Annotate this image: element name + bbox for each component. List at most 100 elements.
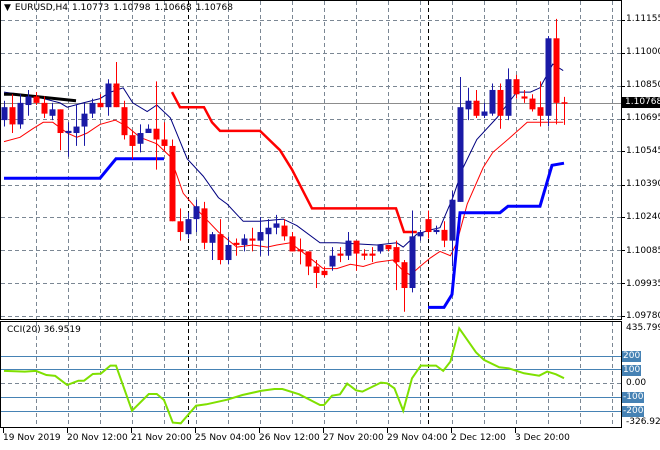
trading-chart-window: ▼ EURUSD,H4 1.10773 1.10798 1.10668 1.10768 1… bbox=[0, 0, 660, 450]
price-tick: 1.10085 bbox=[626, 246, 660, 256]
bull-candle-body bbox=[489, 89, 496, 114]
chart-header: ▼ EURUSD,H4 1.10773 1.10798 1.10668 1.10768 bbox=[4, 3, 237, 13]
bull-candle-body bbox=[1, 107, 8, 121]
bear-candle-body bbox=[121, 107, 128, 136]
bear-candle-body bbox=[113, 83, 120, 108]
cci-min-label: -326.9205 bbox=[626, 417, 660, 427]
cci-level-label: -100 bbox=[622, 392, 645, 403]
cci-name: CCI(20) bbox=[7, 325, 41, 335]
price-tick: 1.10545 bbox=[626, 146, 660, 156]
bull-candle-body bbox=[409, 236, 416, 289]
chart-canvas[interactable] bbox=[0, 0, 660, 450]
bear-candle-body bbox=[361, 253, 368, 256]
price-tick: 1.10240 bbox=[626, 212, 660, 222]
price-tick: 1.10850 bbox=[626, 80, 660, 90]
price-tick: 1.11000 bbox=[626, 47, 660, 57]
time-label: 25 Nov 04:00 bbox=[195, 433, 256, 443]
cci-level-label: 0.00 bbox=[626, 378, 647, 388]
cci-level-label: 200 bbox=[622, 351, 642, 362]
cci-value: 36.9519 bbox=[43, 325, 81, 335]
bear-candle-body bbox=[57, 109, 64, 134]
bear-candle-body bbox=[529, 98, 536, 110]
bear-candle-body bbox=[33, 96, 40, 103]
indicator-line-channel-high bbox=[4, 92, 77, 103]
indicator-line-stop-down bbox=[170, 91, 417, 234]
time-label: 29 Nov 04:00 bbox=[387, 433, 448, 443]
bear-candle-body bbox=[161, 139, 168, 146]
bull-candle-body bbox=[81, 113, 88, 127]
open-value: 1.10773 bbox=[72, 3, 110, 13]
bear-candle-body bbox=[553, 38, 560, 103]
cci-level-label: -200 bbox=[622, 406, 645, 417]
cci-indicator-label: CCI(20) 36.9519 bbox=[7, 325, 81, 335]
bull-candle-body bbox=[145, 128, 152, 134]
close-value: 1.10768 bbox=[195, 3, 233, 13]
bull-candle-body bbox=[449, 199, 456, 241]
bull-candle-body bbox=[209, 234, 216, 243]
bull-candle-body bbox=[17, 102, 24, 125]
bull-candle-body bbox=[105, 83, 112, 108]
bear-candle-body bbox=[289, 236, 296, 252]
price-tick: 1.10695 bbox=[626, 113, 660, 123]
bull-candle-body bbox=[73, 126, 80, 134]
bull-candle-body bbox=[457, 107, 464, 202]
bear-candle-body bbox=[425, 219, 432, 233]
bear-candle-body bbox=[169, 145, 176, 222]
bear-candle-body bbox=[537, 107, 544, 116]
bull-candle-body bbox=[89, 102, 96, 114]
bull-candle-body bbox=[465, 100, 472, 110]
bull-candle-body bbox=[265, 227, 272, 235]
bull-candle-body bbox=[25, 96, 32, 106]
bull-candle-body bbox=[185, 219, 192, 235]
indicator-line-stop-up-2 bbox=[428, 161, 565, 309]
indicator-line-stop-up-1 bbox=[4, 157, 164, 180]
main-panel-frame bbox=[0, 0, 622, 320]
time-label: 21 Nov 20:00 bbox=[131, 433, 192, 443]
bull-candle-body bbox=[273, 223, 280, 228]
cci-line bbox=[3, 325, 565, 425]
bull-candle-body bbox=[65, 130, 72, 134]
bear-candle-body bbox=[233, 242, 240, 245]
bear-candle-body bbox=[473, 100, 480, 116]
bull-candle-body bbox=[377, 244, 384, 252]
price-tick: 1.10390 bbox=[626, 179, 660, 189]
cci-level-label: 100 bbox=[622, 365, 642, 376]
bear-candle-body bbox=[321, 270, 328, 276]
bear-candle-body bbox=[129, 135, 136, 146]
bull-candle-body bbox=[49, 109, 56, 116]
cci-max-label: 435.799 bbox=[626, 323, 660, 333]
bear-candle-body bbox=[41, 102, 48, 114]
indicator-line-ma-slow bbox=[3, 119, 564, 276]
time-label: 19 Nov 2019 bbox=[3, 433, 61, 443]
bear-candle-body bbox=[153, 128, 160, 140]
bull-candle-body bbox=[481, 111, 488, 116]
current-price-label: 1.10768 bbox=[622, 97, 660, 108]
bear-candle-body bbox=[337, 253, 344, 256]
bear-candle-body bbox=[369, 253, 376, 256]
bull-candle-body bbox=[329, 255, 336, 267]
bull-candle-body bbox=[137, 133, 144, 144]
time-label: 26 Nov 12:00 bbox=[259, 433, 320, 443]
bear-candle-body bbox=[249, 238, 256, 241]
bull-candle-body bbox=[545, 38, 552, 116]
price-tick: 1.09935 bbox=[626, 279, 660, 289]
bear-candle-body bbox=[297, 249, 304, 252]
bear-candle-body bbox=[217, 234, 224, 261]
bull-candle-body bbox=[193, 206, 200, 220]
time-label: 3 Dec 20:00 bbox=[515, 433, 570, 443]
price-tick: 1.09780 bbox=[626, 311, 660, 321]
bear-candle-body bbox=[561, 102, 568, 104]
bear-candle-body bbox=[305, 251, 312, 267]
bear-candle-body bbox=[97, 102, 104, 108]
bear-candle-body bbox=[313, 266, 320, 273]
bear-candle-body bbox=[281, 225, 288, 237]
time-label: 27 Nov 20:00 bbox=[323, 433, 384, 443]
bull-candle-body bbox=[241, 238, 248, 245]
collapse-triangle-icon[interactable]: ▼ bbox=[4, 3, 11, 13]
bull-candle-body bbox=[505, 79, 512, 116]
bear-candle-body bbox=[177, 221, 184, 233]
bear-candle-body bbox=[201, 208, 208, 243]
bull-candle-body bbox=[225, 244, 232, 261]
price-tick: 1.11155 bbox=[626, 14, 660, 24]
bear-candle-body bbox=[401, 262, 408, 289]
